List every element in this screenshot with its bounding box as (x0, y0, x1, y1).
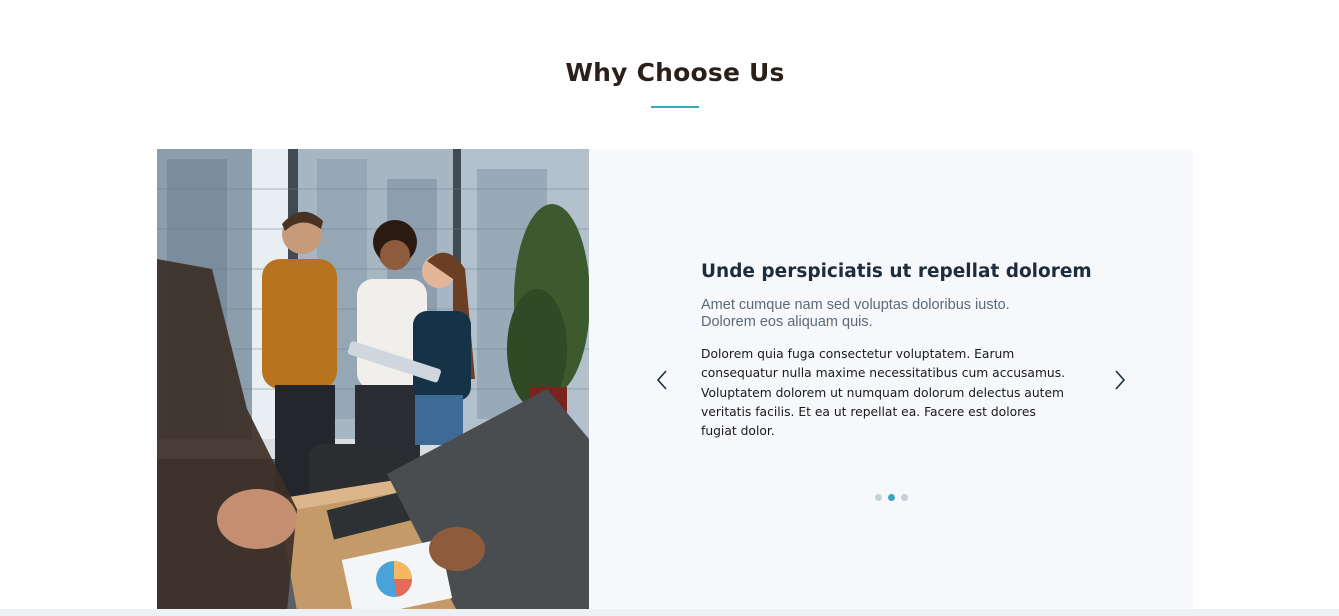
slide-subtitle: Amet cumque nam sed voluptas doloribus i… (701, 297, 1010, 330)
chevron-left-icon (656, 370, 667, 390)
slide-body: Dolorem quia fuga consectetur voluptatem… (701, 347, 1066, 439)
title-underline (651, 106, 699, 108)
section-title: Why Choose Us (565, 58, 785, 87)
carousel-next-button[interactable] (1107, 367, 1131, 393)
team-photo (157, 149, 589, 611)
why-choose-us-section: Why Choose Us Unde perspiciatis ut repel… (0, 0, 1339, 616)
pagination-dot-2-active[interactable] (888, 494, 895, 501)
pagination-dot-3[interactable] (901, 494, 908, 501)
bottom-divider (0, 609, 1339, 616)
slide-heading: Unde perspiciatis ut repellat dolorem (701, 261, 1092, 282)
chevron-right-icon (1115, 370, 1126, 390)
carousel-pagination (875, 494, 908, 501)
pagination-dot-1[interactable] (875, 494, 882, 501)
carousel-prev-button[interactable] (651, 367, 675, 393)
slide-content-panel: Unde perspiciatis ut repellat dolorem Am… (589, 149, 1193, 616)
